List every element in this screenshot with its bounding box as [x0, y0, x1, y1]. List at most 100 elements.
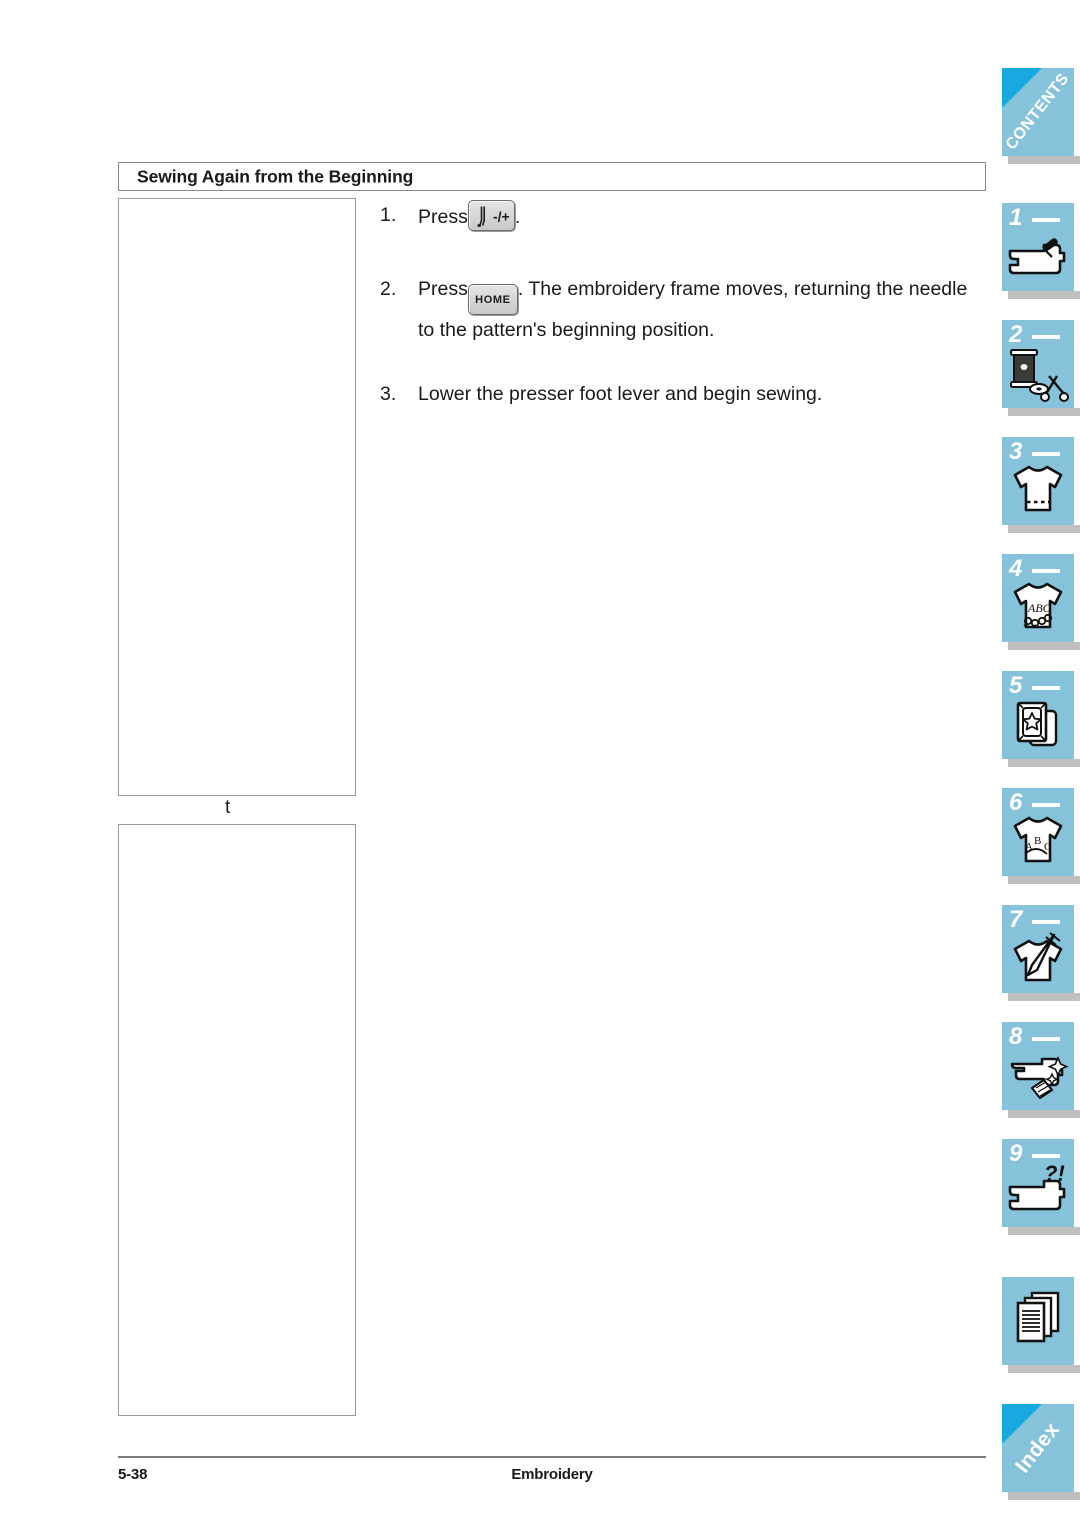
tab-number: 6 [1009, 789, 1023, 816]
tab-face: 7 [1002, 905, 1074, 993]
tab-label-wrap: CONTENTS [1002, 68, 1074, 156]
tab-face: Index [1002, 1404, 1074, 1492]
tab-face: 5 [1002, 671, 1074, 759]
svg-text:C: C [1044, 841, 1051, 853]
svg-text:ABC: ABC [1027, 601, 1052, 615]
footer-divider [118, 1456, 986, 1458]
step-body: Press HOME. The embroidery frame moves, r… [418, 274, 1020, 345]
tab-face: 6 A B C [1002, 788, 1074, 876]
tab-face [1002, 1277, 1074, 1365]
step-number: 3. [380, 383, 397, 405]
list-item: 2. Press HOME. The embroidery frame moves… [380, 274, 1020, 345]
tab-dash [1032, 452, 1060, 456]
chapter-tab-strip: CONTENTS 1 2 3 4 ABC 5 6 A B C 7 8 9 ?! … [1002, 0, 1080, 1526]
tab-dash [1032, 686, 1060, 690]
tab-shadow [1008, 1227, 1080, 1235]
tab-shadow [1008, 1110, 1080, 1118]
tab-dash [1032, 803, 1060, 807]
stray-character: t [225, 797, 231, 818]
sidebar-tab-1[interactable]: 1 [1002, 203, 1080, 299]
sidebar-tab-4[interactable]: 4 ABC [1002, 554, 1080, 650]
tab-face: 9 ?! [1002, 1139, 1074, 1227]
tab-number: 5 [1009, 672, 1023, 699]
tab-shadow [1008, 291, 1080, 299]
document-page: Sewing Again from the Beginning t 1. Pre… [0, 0, 1080, 1526]
tab-number: 4 [1009, 555, 1023, 582]
tab-dash [1032, 1037, 1060, 1041]
tab-number: 7 [1009, 906, 1023, 933]
needle-position-key-icon[interactable]: -/+ [467, 200, 515, 231]
tab-number: 1 [1009, 204, 1023, 231]
sidebar-tab-appendix[interactable] [1002, 1277, 1080, 1373]
sidebar-tab-9[interactable]: 9 ?! [1002, 1139, 1080, 1235]
tab-dash [1032, 920, 1060, 924]
list-item: 3. Lower the presser foot lever and begi… [380, 379, 1020, 409]
section-header: Sewing Again from the Beginning [118, 162, 986, 191]
shirt-abc-decorative-icon: ABC [1002, 576, 1074, 640]
tab-face: 3 [1002, 437, 1074, 525]
machine-troubleshooting-icon: ?! [1002, 1161, 1074, 1225]
tab-shadow [1008, 1492, 1080, 1500]
tab-number: 8 [1009, 1023, 1023, 1050]
tab-shadow [1008, 1365, 1080, 1373]
tab-number: 3 [1009, 438, 1023, 465]
shirt-lettering-icon: A B C [1002, 810, 1074, 874]
page-title: Sewing Again from the Beginning [137, 166, 414, 186]
tab-dash [1032, 1154, 1060, 1158]
sidebar-tab-3[interactable]: 3 [1002, 437, 1080, 533]
home-key-icon[interactable]: HOME [467, 284, 518, 315]
sewing-machine-icon [1002, 225, 1074, 289]
illustration-placeholder-bottom [118, 824, 356, 1416]
svg-text:-/+: -/+ [493, 209, 510, 225]
sidebar-tab-index[interactable]: Index [1002, 1404, 1080, 1500]
tab-label-wrap: Index [1002, 1404, 1074, 1492]
sidebar-tab-8[interactable]: 8 [1002, 1022, 1080, 1118]
step-text-before-key: Press [418, 278, 468, 300]
sidebar-tab-5[interactable]: 5 [1002, 671, 1080, 767]
list-item: 1. Press -/+ . [380, 200, 1020, 232]
sidebar-tab-7[interactable]: 7 [1002, 905, 1080, 1001]
step-number: 1. [380, 204, 397, 226]
sidebar-tab-label: Index [1010, 1418, 1065, 1478]
sidebar-tab-6[interactable]: 6 A B C [1002, 788, 1080, 884]
tab-shadow [1008, 156, 1080, 164]
thread-spool-bobbin-scissors-icon [1002, 342, 1074, 406]
tab-face: CONTENTS [1002, 68, 1074, 156]
step-body: Lower the presser foot lever and begin s… [418, 379, 1020, 409]
svg-text:B: B [1034, 835, 1041, 847]
tab-shadow [1008, 525, 1080, 533]
tab-face: 1 [1002, 203, 1074, 291]
tab-shadow [1008, 876, 1080, 884]
memory-card-star-icon [1002, 693, 1074, 757]
footer-chapter-label: Embroidery [511, 1466, 593, 1483]
step-number: 2. [380, 278, 397, 300]
step-text-before-key: Press [418, 206, 468, 228]
shirt-needle-repair-icon [1002, 927, 1074, 991]
tab-shadow [1008, 759, 1080, 767]
tab-dash [1032, 218, 1060, 222]
machine-cleaning-icon [1002, 1044, 1074, 1108]
tab-number: 9 [1009, 1140, 1023, 1167]
tab-shadow [1008, 642, 1080, 650]
footer-page-number: 5-38 [118, 1466, 148, 1483]
tab-shadow [1008, 993, 1080, 1001]
tab-shadow [1008, 408, 1080, 416]
step-text-after-key: . The embroidery frame moves, returning … [517, 278, 968, 300]
step-text: Lower the presser foot lever and begin s… [418, 383, 823, 405]
tab-dash [1032, 335, 1060, 339]
svg-text:?!: ?! [1044, 1161, 1065, 1186]
tab-dash [1032, 569, 1060, 573]
step-body: Press -/+ . [418, 200, 1020, 232]
tab-face: 8 [1002, 1022, 1074, 1110]
stacked-pages-icon [1002, 1285, 1074, 1349]
step-text-continued: to the pattern's beginning position. [418, 319, 715, 341]
tab-face: 2 [1002, 320, 1074, 408]
illustration-placeholder-top [118, 198, 356, 796]
tab-number: 2 [1009, 321, 1023, 348]
sidebar-tab-contents[interactable]: CONTENTS [1002, 68, 1080, 164]
instruction-list: 1. Press -/+ . 2. Press HOME . The embro… [380, 200, 1020, 439]
shirt-stitch-icon [1002, 459, 1074, 523]
sidebar-tab-label: CONTENTS [1002, 70, 1073, 154]
sidebar-tab-2[interactable]: 2 [1002, 320, 1080, 416]
tab-face: 4 ABC [1002, 554, 1074, 642]
